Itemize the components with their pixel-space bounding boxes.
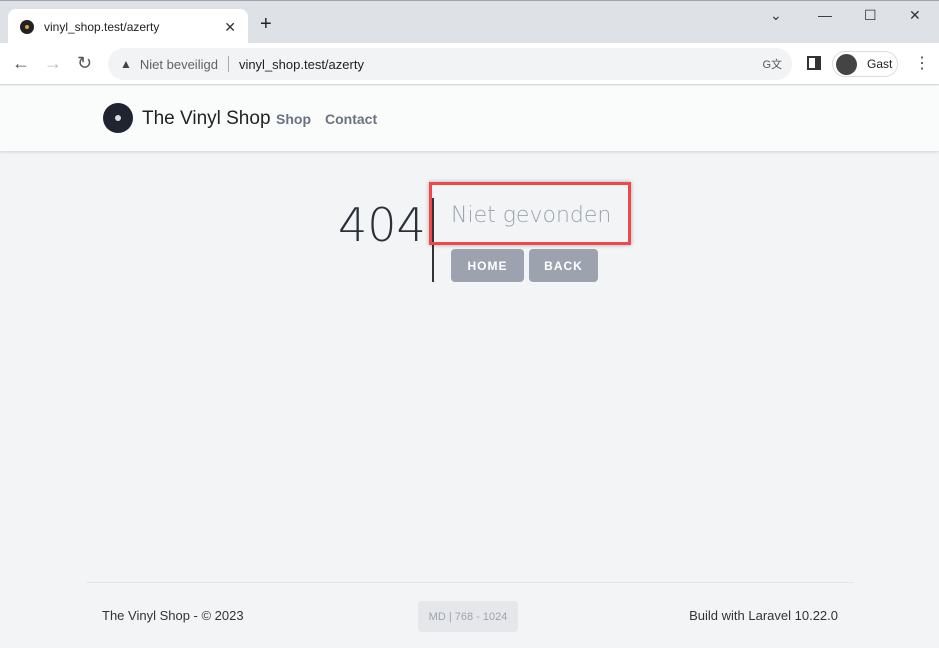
vinyl-favicon-icon — [20, 20, 34, 34]
profile-button[interactable]: Gast — [832, 51, 898, 77]
security-label[interactable]: Niet beveiligd — [140, 57, 218, 72]
divider — [227, 56, 229, 72]
forward-icon[interactable]: → — [44, 53, 62, 74]
url-text[interactable]: vinyl_shop.test/azerty — [239, 57, 364, 72]
browser-tab[interactable]: vinyl_shop.test/azerty ✕ — [8, 9, 248, 45]
home-button[interactable]: HOME — [451, 249, 524, 282]
tab-search-chevron-icon[interactable]: ⌄ — [770, 7, 782, 24]
nav-contact[interactable]: Contact — [325, 111, 377, 127]
translate-icon[interactable]: G文 — [762, 56, 782, 72]
nav-shop[interactable]: Shop — [276, 111, 311, 127]
error-code: 404 — [338, 198, 426, 252]
close-window-icon[interactable]: ✕ — [909, 7, 921, 24]
back-icon[interactable]: ← — [12, 53, 30, 74]
close-tab-icon[interactable]: ✕ — [224, 19, 236, 36]
site-header: The Vinyl Shop Shop Contact — [0, 86, 939, 151]
vinyl-logo-icon[interactable] — [103, 103, 133, 133]
new-tab-icon[interactable]: + — [260, 13, 272, 36]
reload-icon[interactable]: ↻ — [77, 53, 92, 74]
address-bar[interactable]: ▲ Niet beveiligd vinyl_shop.test/azerty … — [108, 48, 792, 80]
footer-build: Build with Laravel 10.22.0 — [689, 608, 838, 623]
breakpoint-badge: MD | 768 - 1024 — [418, 601, 518, 632]
browser-tabstrip: vinyl_shop.test/azerty ✕ + ⌄ — ☐ ✕ — [0, 0, 939, 45]
highlight-box — [429, 182, 631, 245]
profile-label: Gast — [867, 57, 893, 71]
browser-toolbar: ← → ↻ ▲ Niet beveiligd vinyl_shop.test/a… — [0, 43, 939, 85]
warning-icon[interactable]: ▲ — [120, 57, 132, 71]
menu-icon[interactable]: ⋮ — [914, 53, 930, 73]
brand-name[interactable]: The Vinyl Shop — [142, 108, 271, 130]
footer-copyright: The Vinyl Shop - © 2023 — [102, 608, 244, 623]
footer-divider — [86, 582, 854, 583]
back-button[interactable]: BACK — [529, 249, 598, 282]
maximize-icon[interactable]: ☐ — [864, 7, 877, 24]
minimize-icon[interactable]: — — [818, 7, 832, 23]
tab-title: vinyl_shop.test/azerty — [44, 20, 160, 34]
side-panel-icon[interactable] — [807, 56, 821, 70]
avatar-icon — [836, 53, 857, 75]
